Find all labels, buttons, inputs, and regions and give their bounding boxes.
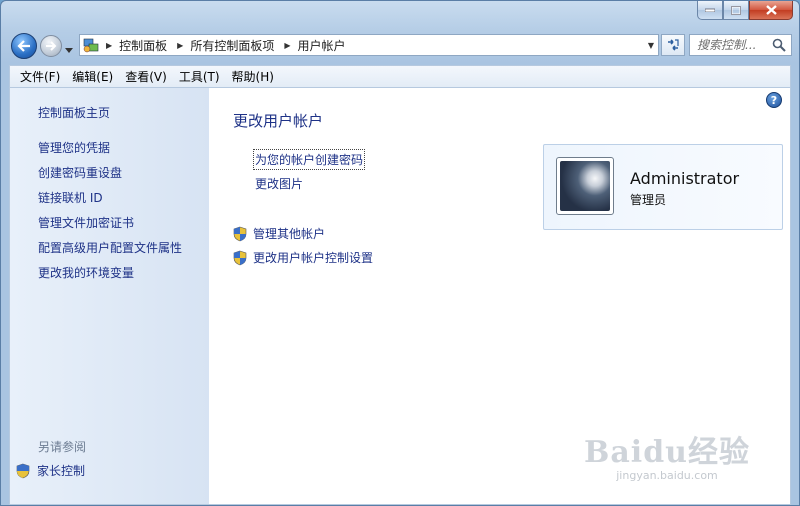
menu-view[interactable]: 查看(V) [119,68,173,85]
recent-pages-dropdown[interactable] [65,42,73,56]
sidebar-item-parental-controls[interactable]: 家长控制 [16,462,85,479]
breadcrumb-separator[interactable]: ▶ [106,41,112,50]
sidebar: 控制面板主页 管理您的凭据 创建密码重设盘 链接联机 ID 管理文件加密证书 配… [10,88,209,504]
uac-settings-link[interactable]: 更改用户帐户控制设置 [233,249,373,266]
sidebar-item-file-encryption-certs[interactable]: 管理文件加密证书 [38,214,134,231]
help-icon: ? [770,93,778,107]
breadcrumb-control-panel[interactable]: 控制面板 [119,37,167,54]
uac-shield-icon [233,226,247,241]
sidebar-item-manage-credentials[interactable]: 管理您的凭据 [38,139,110,156]
help-button[interactable]: ? [766,92,782,108]
sidebar-item-password-reset-disk[interactable]: 创建密码重设盘 [38,164,122,181]
maximize-icon [731,5,741,15]
manage-other-accounts-link[interactable]: 管理其他帐户 [233,225,325,242]
control-panel-icon [80,35,102,55]
chevron-down-icon [65,48,73,53]
maximize-button[interactable] [723,1,749,20]
breadcrumb-separator[interactable]: ▶ [284,41,290,50]
change-picture-label: 更改图片 [255,177,304,191]
address-dropdown-icon[interactable]: ▼ [648,41,654,50]
avatar [556,157,614,215]
watermark: Baidu经验 jingyan.baidu.com [584,427,750,482]
address-bar[interactable]: ▶ 控制面板 ▶ 所有控制面板项 ▶ 用户帐户 ▼ [79,34,659,56]
refresh-icon [668,39,679,51]
search-input[interactable] [697,38,769,52]
breadcrumb-all-items[interactable]: 所有控制面板项 [190,37,274,54]
uac-shield-icon [233,250,247,265]
back-button[interactable] [11,33,37,59]
forward-arrow-icon [46,41,57,51]
see-also-heading: 另请参阅 [38,440,87,454]
forward-button[interactable] [40,35,62,57]
menu-help[interactable]: 帮助(H) [226,68,280,85]
menu-bar: 文件(F) 编辑(E) 查看(V) 工具(T) 帮助(H) [9,65,791,87]
close-icon [765,5,777,15]
menu-file[interactable]: 文件(F) [14,68,66,85]
back-arrow-icon [17,40,30,52]
sidebar-item-link-online-id[interactable]: 链接联机 ID [38,189,103,206]
uac-settings-label: 更改用户帐户控制设置 [253,251,374,265]
uac-shield-icon [16,463,30,478]
user-account-card: Administrator 管理员 [543,144,783,230]
user-picture [560,161,610,211]
breadcrumb-separator[interactable]: ▶ [177,41,183,50]
manage-other-accounts-label: 管理其他帐户 [253,227,326,241]
user-role: 管理员 [630,193,667,207]
create-password-label: 为您的帐户创建密码 [252,149,366,170]
minimize-button[interactable] [697,1,723,20]
caption-buttons [697,1,793,21]
user-name: Administrator [630,169,740,188]
navigation-row: ▶ 控制面板 ▶ 所有控制面板项 ▶ 用户帐户 ▼ [9,31,792,59]
sidebar-item-advanced-profile-properties[interactable]: 配置高级用户配置文件属性 [38,239,182,256]
menu-tools[interactable]: 工具(T) [173,68,226,85]
refresh-button[interactable] [661,34,685,56]
content-area: 控制面板主页 管理您的凭据 创建密码重设盘 链接联机 ID 管理文件加密证书 配… [9,87,791,505]
sidebar-item-environment-variables[interactable]: 更改我的环境变量 [38,264,134,281]
breadcrumb-user-accounts[interactable]: 用户帐户 [298,37,346,54]
close-button[interactable] [749,1,793,20]
control-panel-window: ▶ 控制面板 ▶ 所有控制面板项 ▶ 用户帐户 ▼ 文件(F) 编辑(E) [0,0,800,506]
menu-edit[interactable]: 编辑(E) [66,68,119,85]
watermark-logo: Baidu经验 [584,435,750,470]
create-password-link[interactable]: 为您的帐户创建密码 [252,149,366,170]
search-box[interactable] [689,34,792,56]
minimize-icon [705,8,715,12]
parental-controls-label: 家长控制 [37,464,86,478]
sidebar-item-control-panel-home[interactable]: 控制面板主页 [38,104,110,121]
change-picture-link[interactable]: 更改图片 [255,175,303,192]
search-icon[interactable] [772,38,786,52]
page-title: 更改用户帐户 [233,112,324,130]
